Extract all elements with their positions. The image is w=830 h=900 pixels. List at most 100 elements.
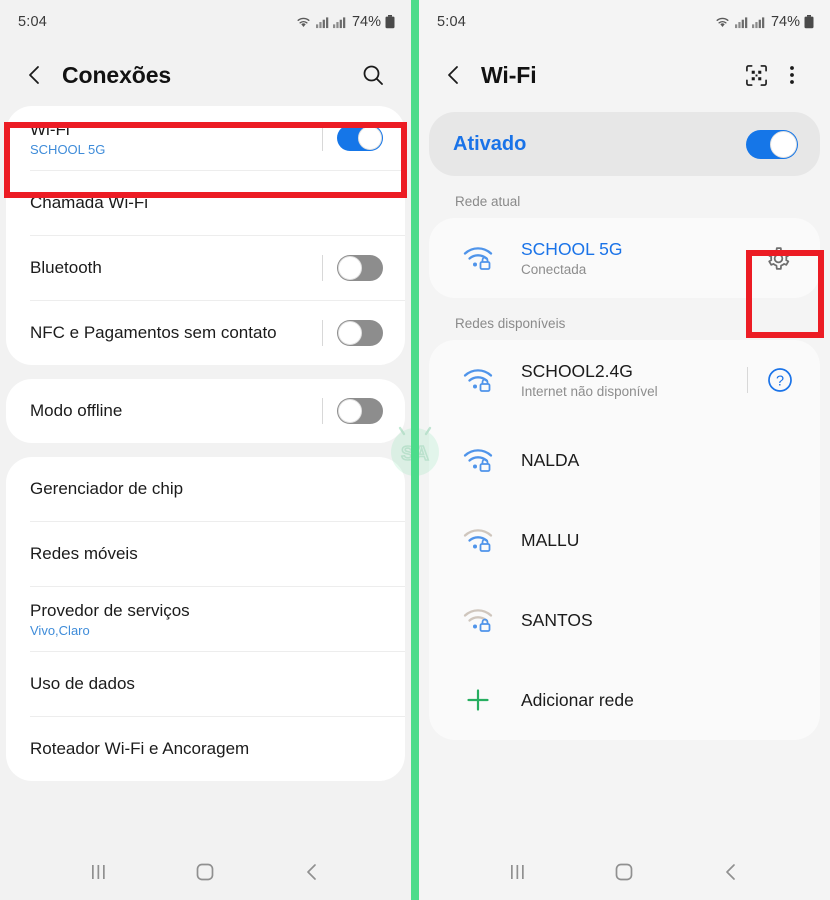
current-network-heading: Rede atual bbox=[455, 194, 521, 209]
wifi-master-toggle-row[interactable]: Ativado bbox=[429, 112, 820, 176]
row-divider bbox=[322, 398, 323, 424]
network-text: SANTOS bbox=[521, 610, 798, 631]
row-sublabel: Vivo,Claro bbox=[30, 623, 90, 639]
network-text: Adicionar rede bbox=[521, 690, 798, 711]
row-text: NFC e Pagamentos sem contato bbox=[30, 322, 322, 343]
available-networks-card: SCHOOL2.4G Internet não disponível ? NAL… bbox=[429, 340, 820, 740]
sidebar-item-data-usage[interactable]: Uso de dados bbox=[6, 652, 405, 716]
navigation-bar bbox=[0, 844, 411, 900]
status-clock: 5:04 bbox=[18, 14, 48, 30]
sidebar-item-wifi[interactable]: Wi-Fi SCHOOL 5G bbox=[6, 106, 405, 170]
qr-scan-icon[interactable] bbox=[738, 57, 774, 93]
row-sublabel: SCHOOL 5G bbox=[30, 142, 106, 158]
row-text: Redes móveis bbox=[30, 543, 383, 564]
row-label: Wi-Fi bbox=[30, 119, 70, 139]
add-network-row[interactable]: Adicionar rede bbox=[429, 660, 820, 740]
network-name: NALDA bbox=[521, 449, 580, 470]
network-row[interactable]: SANTOS bbox=[429, 580, 820, 660]
settings-list: Wi-Fi SCHOOL 5G Chamada Wi-Fi Bluetooth bbox=[0, 106, 411, 781]
network-state: Internet não disponível bbox=[521, 384, 658, 399]
dual-screenshot: 5:04 74% Conexões Wi-Fi SCHOOL 5G Chamad… bbox=[0, 0, 830, 900]
recents-icon[interactable] bbox=[498, 852, 538, 892]
status-bar: 5:04 74% bbox=[0, 0, 411, 44]
svg-text:?: ? bbox=[776, 373, 784, 389]
back-arrow-icon[interactable] bbox=[437, 58, 471, 92]
sidebar-item-mobile-networks[interactable]: Redes móveis bbox=[6, 522, 405, 586]
row-divider bbox=[322, 255, 323, 281]
gear-icon[interactable] bbox=[758, 238, 798, 278]
more-vert-icon[interactable] bbox=[774, 57, 810, 93]
available-networks-heading: Redes disponíveis bbox=[455, 316, 566, 331]
row-text: Chamada Wi-Fi bbox=[30, 192, 383, 213]
network-name: SCHOOL 5G bbox=[521, 239, 623, 259]
wifi-icon bbox=[297, 17, 310, 28]
status-icon-group: 74% bbox=[714, 14, 814, 30]
app-bar: Conexões bbox=[0, 44, 411, 106]
wifi-state-label: Ativado bbox=[453, 132, 527, 155]
help-icon[interactable]: ? bbox=[762, 362, 798, 398]
page-title: Conexões bbox=[62, 61, 172, 88]
current-network-card: SCHOOL 5G Conectada bbox=[429, 218, 820, 298]
status-clock: 5:04 bbox=[437, 14, 467, 30]
sidebar-item-bluetooth[interactable]: Bluetooth bbox=[6, 236, 405, 300]
sidebar-item-sim-manager[interactable]: Gerenciador de chip bbox=[6, 457, 405, 521]
screen-divider bbox=[411, 0, 419, 900]
recents-icon[interactable] bbox=[79, 852, 119, 892]
network-row[interactable]: MALLU bbox=[429, 500, 820, 580]
network-text: SCHOOL 5G Conectada bbox=[521, 239, 758, 277]
row-text: Uso de dados bbox=[30, 673, 383, 694]
app-bar: Wi-Fi bbox=[419, 44, 830, 106]
back-arrow-icon[interactable] bbox=[18, 58, 52, 92]
airplane-mode-toggle[interactable] bbox=[337, 398, 383, 424]
wifi-network-list: Rede atual SCHOOL 5G Conectada Redes dis… bbox=[419, 194, 830, 740]
connections-card-1: Wi-Fi SCHOOL 5G Chamada Wi-Fi Bluetooth bbox=[6, 106, 405, 365]
back-icon[interactable] bbox=[292, 852, 332, 892]
row-text: Bluetooth bbox=[30, 257, 322, 278]
battery-icon bbox=[385, 15, 395, 29]
bluetooth-toggle[interactable] bbox=[337, 255, 383, 281]
network-text: NALDA bbox=[521, 450, 798, 471]
status-icon-group: 74% bbox=[295, 14, 395, 30]
left-phone-screen: 5:04 74% Conexões Wi-Fi SCHOOL 5G Chamad… bbox=[0, 0, 411, 900]
signal-icon bbox=[751, 16, 765, 28]
network-row[interactable]: NALDA bbox=[429, 420, 820, 500]
toggle-knob bbox=[338, 256, 362, 280]
right-phone-screen: 5:04 74% Wi-Fi Ativado Rede atual SCHOOL… bbox=[419, 0, 830, 900]
network-name: MALLU bbox=[521, 529, 580, 550]
sidebar-item-service-provider[interactable]: Provedor de serviços Vivo,Claro bbox=[6, 587, 405, 651]
nfc-toggle[interactable] bbox=[337, 320, 383, 346]
toggle-knob bbox=[358, 126, 382, 150]
network-name: SANTOS bbox=[521, 609, 593, 630]
row-text: Modo offline bbox=[30, 400, 322, 421]
network-text: SCHOOL2.4G Internet não disponível bbox=[521, 361, 747, 399]
wifi-lock-icon bbox=[457, 447, 499, 473]
sidebar-item-wifi-calling[interactable]: Chamada Wi-Fi bbox=[6, 171, 405, 235]
sidebar-item-nfc[interactable]: NFC e Pagamentos sem contato bbox=[6, 301, 405, 365]
add-network-label: Adicionar rede bbox=[521, 689, 634, 710]
wifi-toggle[interactable] bbox=[337, 125, 383, 151]
sidebar-item-airplane-mode[interactable]: Modo offline bbox=[6, 379, 405, 443]
row-label: Roteador Wi-Fi e Ancoragem bbox=[30, 739, 250, 759]
row-divider bbox=[747, 367, 748, 393]
network-row[interactable]: SCHOOL2.4G Internet não disponível ? bbox=[429, 340, 820, 420]
search-icon[interactable] bbox=[355, 57, 391, 93]
connections-card-3: Gerenciador de chip Redes móveis Provedo… bbox=[6, 457, 405, 781]
row-divider bbox=[322, 125, 323, 151]
back-icon[interactable] bbox=[711, 852, 751, 892]
home-icon[interactable] bbox=[604, 852, 644, 892]
row-label: Uso de dados bbox=[30, 674, 135, 694]
signal-icon bbox=[315, 16, 329, 28]
battery-icon bbox=[804, 15, 814, 29]
row-text: Roteador Wi-Fi e Ancoragem bbox=[30, 738, 383, 759]
row-label: Provedor de serviços bbox=[30, 600, 190, 620]
home-icon[interactable] bbox=[185, 852, 225, 892]
status-bar: 5:04 74% bbox=[419, 0, 830, 44]
network-row-current[interactable]: SCHOOL 5G Conectada bbox=[429, 218, 820, 298]
row-text: Wi-Fi SCHOOL 5G bbox=[30, 119, 322, 157]
network-text: MALLU bbox=[521, 530, 798, 551]
wifi-lock-icon bbox=[457, 527, 499, 553]
wifi-master-toggle[interactable] bbox=[746, 129, 798, 159]
battery-percent: 74% bbox=[770, 14, 800, 30]
row-label: Bluetooth bbox=[30, 258, 102, 278]
sidebar-item-hotspot-tethering[interactable]: Roteador Wi-Fi e Ancoragem bbox=[6, 717, 405, 781]
